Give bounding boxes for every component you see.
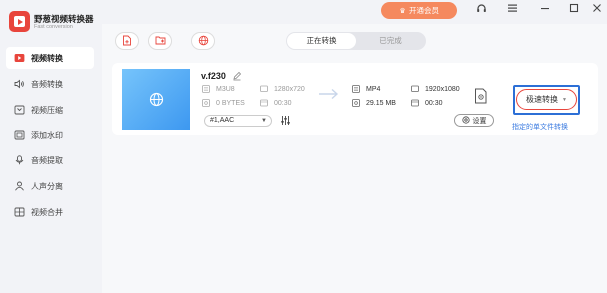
app-subtitle: Fast conversion <box>34 24 73 30</box>
sidebar-item-audio-extract[interactable]: 音频提取 <box>6 149 94 171</box>
crown-icon: ♛ <box>399 8 406 15</box>
edit-name-icon[interactable] <box>232 71 242 81</box>
output-format-settings-icon[interactable] <box>474 88 488 104</box>
source-duration-value: 00:30 <box>274 99 292 107</box>
fast-convert-button[interactable]: 极速转换 ▼ <box>516 89 577 110</box>
add-folder-button[interactable] <box>148 32 172 50</box>
source-format: M3U8 <box>202 85 235 93</box>
target-duration: 00:30 <box>411 99 443 107</box>
target-duration-value: 00:30 <box>425 99 443 107</box>
video-compress-icon <box>14 105 25 116</box>
sidebar-item-label: 视频转换 <box>31 53 63 63</box>
duration-icon <box>411 99 420 107</box>
source-resolution: 1280x720 <box>260 85 305 93</box>
tab-converting[interactable]: 正在转换 <box>287 33 356 49</box>
settings-button[interactable]: 设置 <box>454 114 494 127</box>
format-icon <box>352 85 361 93</box>
audio-equalizer-icon[interactable] <box>280 115 291 126</box>
sidebar-item-video-convert[interactable]: 视频转换 <box>6 47 94 69</box>
duration-icon <box>260 99 269 107</box>
sidebar-item-label: 添加水印 <box>31 130 63 140</box>
video-thumbnail[interactable] <box>122 69 190 130</box>
source-resolution-value: 1280x720 <box>274 85 305 93</box>
arrow-right-icon <box>318 88 340 102</box>
support-headset-icon[interactable] <box>474 3 488 17</box>
sidebar-item-label: 人声分离 <box>31 181 63 191</box>
sidebar-item-video-merge[interactable]: 视频合并 <box>6 201 94 223</box>
video-merge-icon <box>14 207 25 218</box>
source-size: 0 BYTES <box>202 99 245 107</box>
sidebar-item-audio-convert[interactable]: 音频转换 <box>6 73 94 95</box>
audio-track-select[interactable]: #1,AAC ▼ <box>204 115 272 127</box>
settings-label: 设置 <box>472 117 487 125</box>
gear-icon <box>461 115 470 126</box>
add-folder-icon <box>155 35 166 47</box>
tab-bar: 正在转换 已完成 <box>286 32 426 50</box>
resolution-icon <box>411 85 420 93</box>
app-logo-icon <box>9 11 30 32</box>
target-size-value: 29.15 MB <box>366 99 396 107</box>
source-size-value: 0 BYTES <box>216 99 245 107</box>
add-url-button[interactable] <box>191 32 215 50</box>
target-format: MP4 <box>352 85 380 93</box>
audio-track-value: #1,AAC <box>210 117 235 124</box>
menu-icon[interactable] <box>505 3 519 17</box>
source-format-value: M3U8 <box>216 85 235 93</box>
source-duration: 00:30 <box>260 99 292 107</box>
target-resolution-value: 1920x1080 <box>425 85 460 93</box>
format-icon <box>202 85 211 93</box>
globe-icon <box>149 92 164 109</box>
file-name: v.f230 <box>201 71 226 81</box>
target-format-value: MP4 <box>366 85 381 93</box>
vip-label: 开通会员 <box>409 6 439 15</box>
target-resolution: 1920x1080 <box>411 85 460 93</box>
maximize-icon[interactable] <box>567 3 581 17</box>
target-size: 29.15 MB <box>352 99 396 107</box>
size-icon <box>352 99 361 107</box>
close-icon[interactable] <box>590 3 604 17</box>
sidebar-item-label: 音频提取 <box>31 155 63 165</box>
sidebar-item-label: 音频转换 <box>31 79 63 89</box>
sidebar-item-label: 视频压缩 <box>31 105 63 115</box>
size-icon <box>202 99 211 107</box>
sidebar-item-vocal-separate[interactable]: 人声分离 <box>6 175 94 197</box>
vocal-separate-icon <box>14 181 25 192</box>
audio-convert-icon <box>14 79 25 90</box>
chevron-down-icon: ▼ <box>261 118 267 124</box>
sidebar-item-video-compress[interactable]: 视频压缩 <box>6 99 94 121</box>
dropdown-arrow-icon[interactable]: ▼ <box>562 97 567 103</box>
watermark-icon <box>14 130 25 141</box>
sidebar-item-watermark[interactable]: 添加水印 <box>6 124 94 146</box>
convert-label: 极速转换 <box>526 95 559 104</box>
single-file-convert-link[interactable]: 指定的单文件转换 <box>512 122 568 132</box>
add-file-button[interactable] <box>115 32 139 50</box>
minimize-icon[interactable] <box>538 3 552 17</box>
tab-done[interactable]: 已完成 <box>356 33 425 49</box>
audio-extract-icon <box>14 155 25 166</box>
video-convert-icon <box>14 53 25 64</box>
sidebar-item-label: 视频合并 <box>31 207 63 217</box>
add-file-icon <box>122 35 132 48</box>
globe-icon <box>198 35 209 48</box>
vip-button[interactable]: ♛ 开通会员 <box>381 2 457 19</box>
resolution-icon <box>260 85 269 93</box>
